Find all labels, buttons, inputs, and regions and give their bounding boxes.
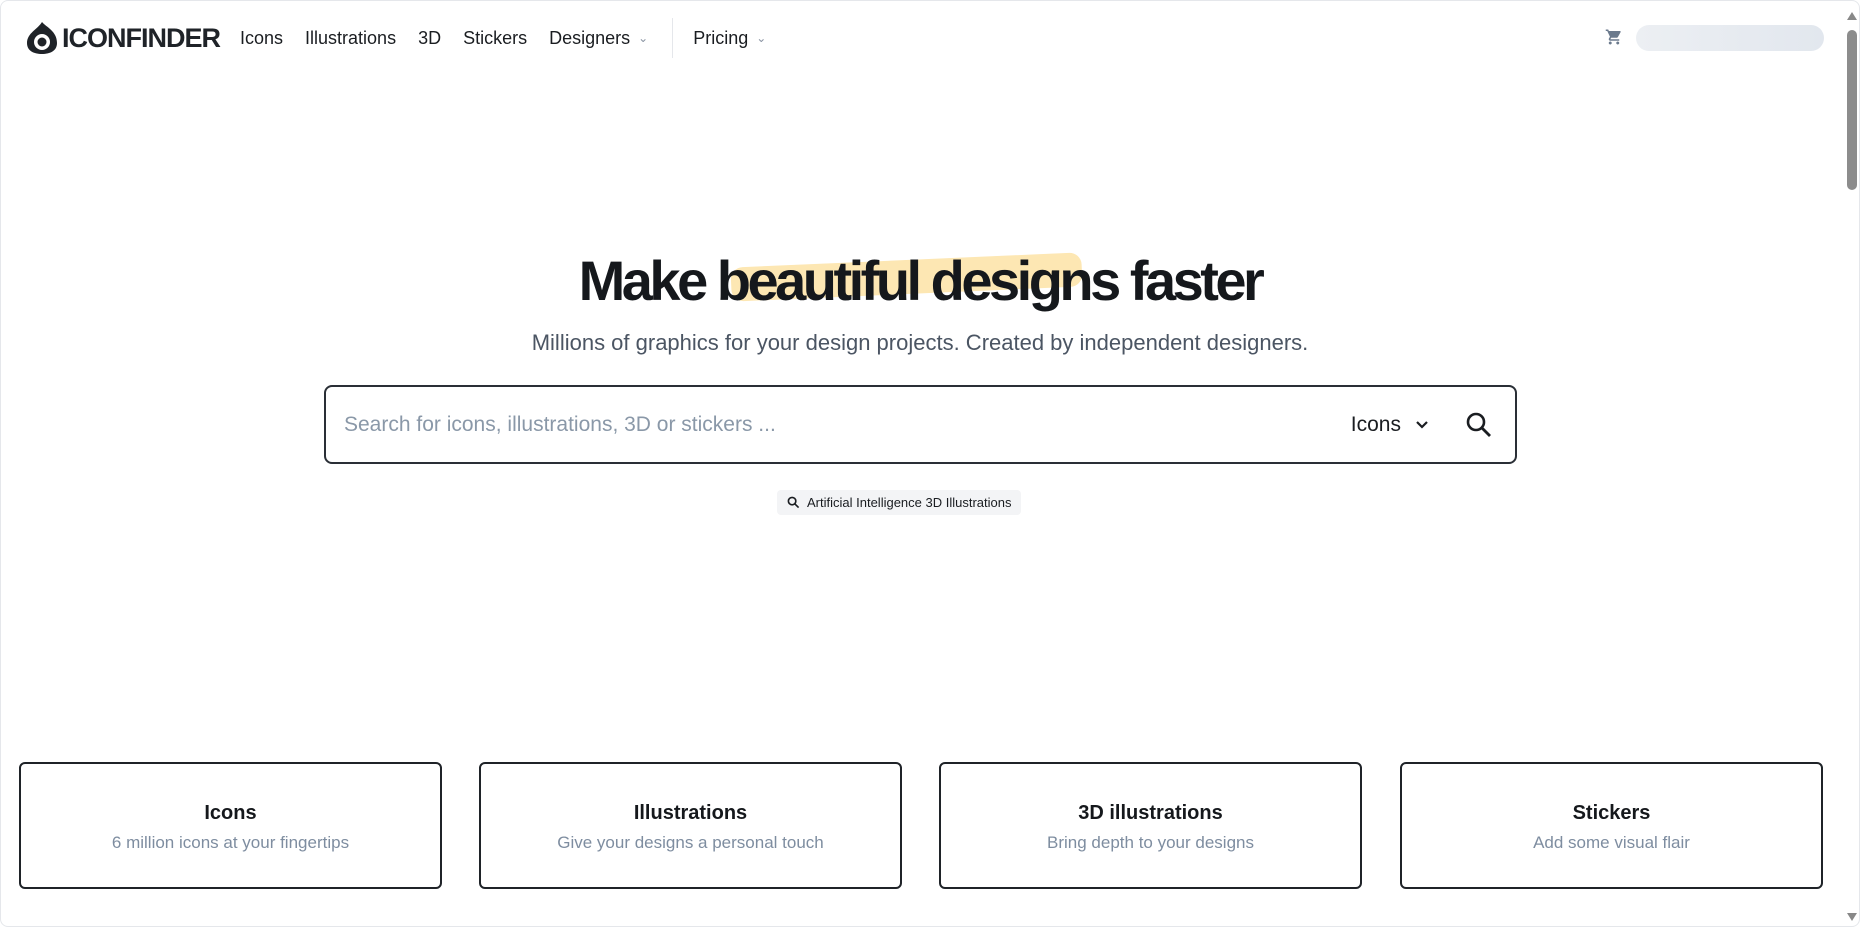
chevron-down-icon: ⌄ [638, 31, 649, 45]
cart-icon[interactable] [1605, 28, 1623, 46]
nav-3d[interactable]: 3D [418, 28, 441, 49]
logo[interactable]: ICONFINDER [26, 21, 221, 55]
nav-label: Icons [240, 27, 284, 48]
search-icon[interactable] [1465, 411, 1493, 439]
search-input[interactable] [344, 412, 1351, 437]
scroll-up-icon[interactable] [1847, 12, 1857, 20]
nav-stickers[interactable]: Stickers [463, 28, 527, 49]
card-title: 3D illustrations [1078, 802, 1223, 824]
top-nav: ICONFINDER Icons Illustrations 3D Sticke… [26, 18, 788, 58]
search-suggestion[interactable]: Artificial Intelligence 3D Illustrations [777, 490, 1022, 515]
nav-pricing[interactable]: Pricing ⌄ [693, 28, 766, 49]
card-title: Icons [204, 802, 257, 824]
title-highlight-text: beautiful designs [716, 249, 1122, 312]
nav-designers[interactable]: Designers ⌄ [549, 28, 648, 49]
hero-title: Make beautiful designs faster [0, 248, 1840, 313]
nav-label: Designers [549, 27, 631, 48]
search-icon [787, 496, 800, 509]
nav-label: Stickers [463, 27, 528, 48]
card-subtitle: Add some visual flair [1533, 833, 1690, 852]
nav-label: Illustrations [305, 27, 397, 48]
card-title: Stickers [1572, 802, 1651, 824]
hero-subtitle: Millions of graphics for your design pro… [531, 330, 1309, 355]
nav-label: Pricing [693, 27, 749, 48]
scrollbar-thumb[interactable] [1847, 30, 1857, 190]
user-menu-placeholder[interactable] [1636, 25, 1824, 51]
title-part: faster [1117, 249, 1265, 312]
card-title: Illustrations [633, 802, 748, 824]
nav-icons[interactable]: Icons [240, 28, 283, 49]
suggestion-label: Artificial Intelligence 3D Illustrations [807, 495, 1012, 510]
scrollbar[interactable] [1844, 0, 1860, 927]
search-type-dropdown[interactable]: Icons [1351, 413, 1429, 437]
card-illustrations[interactable]: Illustrations Give your designs a persona… [479, 762, 902, 889]
nav-illustrations[interactable]: Illustrations [305, 28, 396, 49]
card-3d-illustrations[interactable]: 3D illustrations Bring depth to your desi… [939, 762, 1362, 889]
title-part: Make [578, 249, 717, 312]
search-bar: Icons [324, 385, 1517, 464]
brand-name: ICONFINDER [62, 22, 221, 53]
card-subtitle: Bring depth to your designs [1047, 833, 1254, 852]
nav-divider [672, 18, 674, 58]
chevron-down-icon: ⌄ [756, 31, 767, 45]
search-type-label: Icons [1350, 412, 1401, 436]
scroll-down-icon[interactable] [1847, 913, 1857, 921]
chevron-down-icon [1416, 420, 1428, 429]
eye-logo-icon [27, 22, 57, 54]
title-highlight: beautiful designs [716, 248, 1122, 313]
card-subtitle: 6 million icons at your fingertips [111, 833, 350, 852]
card-icons[interactable]: Icons 6 million icons at your fingertips [19, 762, 442, 889]
card-stickers[interactable]: Stickers Add some visual flair [1400, 762, 1823, 889]
card-subtitle: Give your designs a personal touch [557, 833, 824, 852]
nav-label: 3D [418, 27, 442, 48]
